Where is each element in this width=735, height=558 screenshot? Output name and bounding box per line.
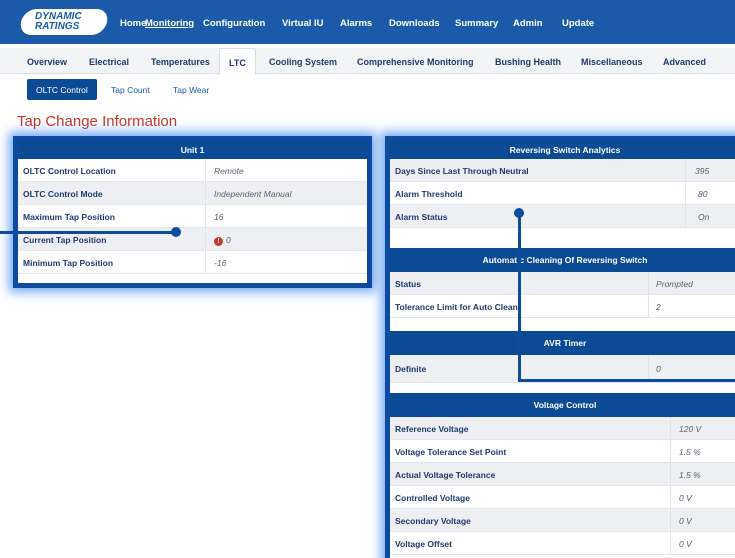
unit1-header: Unit 1 bbox=[18, 141, 367, 159]
tab-miscellaneous[interactable]: Miscellaneous bbox=[581, 57, 643, 67]
table-row: Reference Voltage 120 V bbox=[390, 417, 735, 440]
row-label: Actual Voltage Tolerance bbox=[395, 470, 496, 480]
row-label: OLTC Control Mode bbox=[23, 189, 103, 199]
nav-summary[interactable]: Summary bbox=[455, 18, 498, 29]
avr-timer-section: AVR Timer Definite 0 bbox=[390, 331, 735, 383]
table-row: Days Since Last Through Neutral 395 bbox=[390, 159, 735, 182]
dynamic-ratings-logo[interactable]: DYNAMIC RATINGS bbox=[18, 9, 110, 35]
row-value: 1.5 % bbox=[679, 447, 701, 457]
row-value: 0 bbox=[656, 364, 661, 374]
row-value: 80 bbox=[698, 189, 708, 199]
tab-temperatures[interactable]: Temperatures bbox=[151, 57, 210, 67]
row-value: 0 V bbox=[679, 539, 692, 549]
row-label: Minimum Tap Position bbox=[23, 258, 114, 268]
nav-virtual-iu[interactable]: Virtual IU bbox=[282, 18, 324, 29]
tab-electrical[interactable]: Electrical bbox=[89, 57, 129, 67]
table-row: Voltage Tolerance Set Point 1.5 % bbox=[390, 440, 735, 463]
row-label: Days Since Last Through Neutral bbox=[395, 166, 529, 176]
row-value: 16 bbox=[214, 212, 224, 222]
tab-advanced[interactable]: Advanced bbox=[663, 57, 706, 67]
voltage-control-header: Voltage Control bbox=[390, 393, 735, 417]
row-value: Independent Manual bbox=[214, 189, 292, 199]
row-value: 0 V bbox=[679, 493, 692, 503]
row-value: Remote bbox=[214, 166, 244, 176]
row-label: Voltage Offset bbox=[395, 539, 452, 549]
tab-overview[interactable]: Overview bbox=[27, 57, 67, 67]
row-label: Tolerance Limit for Auto Clean bbox=[395, 302, 518, 312]
unit1-table: Unit 1 OLTC Control Location Remote OLTC… bbox=[13, 136, 372, 288]
logo-line-2: RATINGS bbox=[35, 21, 80, 32]
pill-oltc-control[interactable]: OLTC Control bbox=[27, 79, 97, 100]
row-label: Controlled Voltage bbox=[395, 493, 470, 503]
alert-icon: ! bbox=[214, 237, 223, 246]
table-row: OLTC Control Mode Independent Manual bbox=[18, 182, 367, 205]
row-value: 395 bbox=[695, 166, 710, 176]
row-value: Prompted bbox=[656, 279, 693, 289]
row-label: OLTC Control Location bbox=[23, 166, 116, 176]
tab-comprehensive-monitoring[interactable]: Comprehensive Monitoring bbox=[357, 57, 474, 67]
nav-alarms[interactable]: Alarms bbox=[340, 18, 372, 29]
table-row: Secondary Voltage 0 V bbox=[390, 509, 735, 532]
nav-downloads[interactable]: Downloads bbox=[389, 18, 440, 29]
top-nav-bar: DYNAMIC RATINGS Home Monitoring Configura… bbox=[0, 0, 735, 44]
table-row: Status Prompted bbox=[390, 272, 735, 295]
row-label: Definite bbox=[395, 364, 427, 374]
table-row: Tolerance Limit for Auto Clean 2 bbox=[390, 295, 735, 318]
row-label: Alarm Status bbox=[395, 212, 448, 222]
nav-update[interactable]: Update bbox=[562, 18, 594, 29]
callout-line-right-vertical bbox=[518, 213, 521, 382]
row-label: Reference Voltage bbox=[395, 424, 469, 434]
table-row: Minimum Tap Position -16 bbox=[18, 251, 367, 274]
page-title: Tap Change Information bbox=[17, 113, 178, 130]
table-row: Maximum Tap Position 16 bbox=[18, 205, 367, 228]
nav-admin[interactable]: Admin bbox=[513, 18, 543, 29]
pill-tap-wear[interactable]: Tap Wear bbox=[164, 79, 218, 100]
table-row: Actual Voltage Tolerance 1.5 % bbox=[390, 463, 735, 486]
row-label: Status bbox=[395, 279, 421, 289]
voltage-control-section: Voltage Control Reference Voltage 120 V … bbox=[390, 393, 735, 555]
callout-line-right-horizontal bbox=[518, 379, 735, 382]
row-value: 0 V bbox=[679, 516, 692, 526]
avr-timer-header: AVR Timer bbox=[390, 331, 735, 355]
row-label: Alarm Threshold bbox=[395, 189, 463, 199]
nav-home[interactable]: Home bbox=[120, 18, 146, 29]
callout-line-left bbox=[0, 231, 178, 234]
callout-dot-right bbox=[514, 208, 524, 218]
row-label: Secondary Voltage bbox=[395, 516, 471, 526]
tab-cooling-system[interactable]: Cooling System bbox=[269, 57, 337, 67]
row-value: 0 bbox=[226, 235, 231, 245]
table-row: OLTC Control Location Remote bbox=[18, 159, 367, 182]
right-panel: Reversing Switch Analytics Days Since La… bbox=[385, 136, 735, 558]
row-label: Current Tap Position bbox=[23, 235, 107, 245]
reversing-switch-section: Reversing Switch Analytics Days Since La… bbox=[390, 141, 735, 228]
table-row: Controlled Voltage 0 V bbox=[390, 486, 735, 509]
table-row: Alarm Threshold 80 bbox=[390, 182, 735, 205]
auto-clean-section: Automat c Cleaning Of Reversing Switch S… bbox=[390, 248, 735, 318]
row-label: Maximum Tap Position bbox=[23, 212, 115, 222]
section-tabs: Overview Electrical Temperatures LTC Coo… bbox=[0, 48, 735, 75]
unit1-rows: OLTC Control Location Remote OLTC Contro… bbox=[18, 159, 367, 274]
tab-ltc[interactable]: LTC bbox=[219, 48, 256, 75]
row-value: 2 bbox=[656, 302, 661, 312]
nav-configuration[interactable]: Configuration bbox=[203, 18, 265, 29]
callout-dot-left bbox=[171, 227, 181, 237]
auto-clean-header: Automat c Cleaning Of Reversing Switch bbox=[390, 248, 735, 272]
row-value: -16 bbox=[214, 258, 227, 268]
row-value: On bbox=[698, 212, 710, 222]
table-row: Voltage Offset 0 V bbox=[390, 532, 735, 555]
reversing-switch-header: Reversing Switch Analytics bbox=[390, 141, 735, 159]
pill-tap-count[interactable]: Tap Count bbox=[102, 79, 159, 100]
tab-bushing-health[interactable]: Bushing Health bbox=[495, 57, 561, 67]
nav-monitoring[interactable]: Monitoring bbox=[145, 18, 194, 29]
row-label: Voltage Tolerance Set Point bbox=[395, 447, 507, 457]
table-row: Alarm Status On bbox=[390, 205, 735, 228]
row-value: 120 V bbox=[679, 424, 702, 434]
row-value: 1.5 % bbox=[679, 470, 701, 480]
